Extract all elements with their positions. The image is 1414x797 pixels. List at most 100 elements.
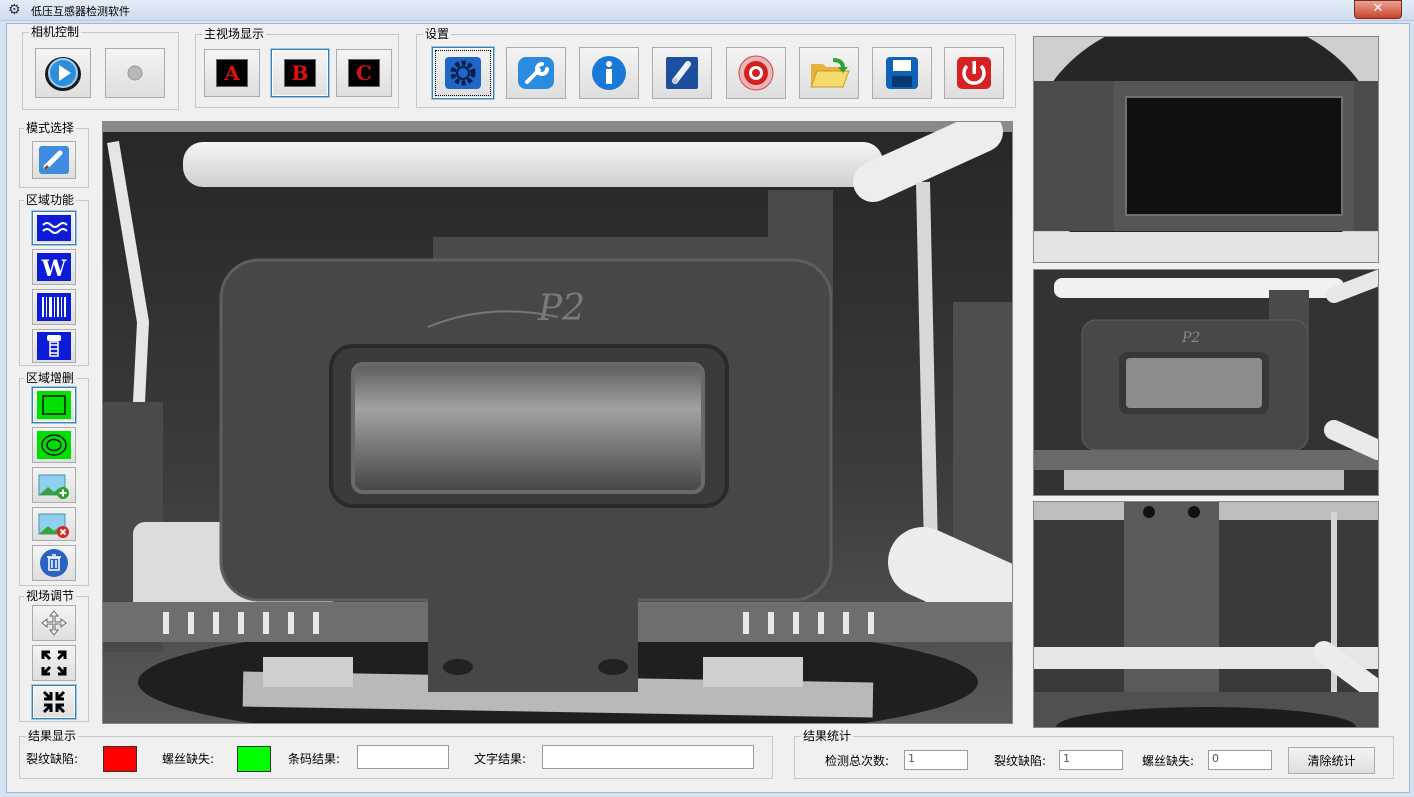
region-edit-label: 区域增删 [24, 371, 77, 385]
move-arrows-icon [41, 610, 67, 636]
main-camera-image: P2 [103, 122, 1012, 723]
crack-defect-label: 裂纹缺陷: [26, 752, 79, 766]
view-b-label: B [284, 59, 316, 87]
region-function-group: 区域功能 W [19, 193, 89, 366]
pan-button[interactable] [32, 605, 76, 641]
zoom-in-button[interactable] [32, 645, 76, 681]
stats-screw-label: 螺丝缺失: [1142, 754, 1195, 768]
draw-mode-button[interactable] [32, 141, 76, 179]
camera-view-3[interactable] [1033, 501, 1379, 728]
barcode-icon [37, 293, 71, 321]
gear-icon [445, 57, 481, 89]
crack-defect-indicator [103, 746, 137, 772]
settings-wrench-button[interactable] [506, 47, 566, 99]
add-rect-button[interactable] [32, 387, 76, 423]
window-title: 低压互感器检测软件 [31, 5, 130, 18]
stats-crack-field[interactable]: 1 [1059, 750, 1123, 770]
info-button[interactable] [579, 47, 639, 99]
trash-icon [40, 549, 68, 577]
text-region-button[interactable]: W [32, 249, 76, 285]
brush-icon [666, 57, 698, 89]
text-result-field[interactable] [542, 745, 754, 769]
power-button[interactable] [944, 47, 1004, 99]
mode-select-group: 模式选择 [19, 121, 89, 188]
total-count-field[interactable]: 1 [904, 750, 968, 770]
result-display-label: 结果显示 [26, 729, 79, 743]
camera-image-1 [1034, 37, 1378, 262]
camera-view-2[interactable]: P2 [1033, 269, 1379, 496]
view-a-label: A [216, 59, 248, 87]
clear-stats-button[interactable]: 清除统计 [1288, 747, 1375, 774]
expand-icon [41, 650, 67, 676]
stats-crack-label: 裂纹缺陷: [994, 754, 1047, 768]
screw-region-button[interactable] [32, 329, 76, 363]
view-c-button[interactable]: C [336, 49, 392, 97]
target-button[interactable] [726, 47, 786, 99]
view-adjust-group: 视场调节 [19, 589, 89, 722]
app-gear-icon: ⚙ [8, 2, 21, 18]
folder-open-icon [810, 58, 850, 88]
region-function-label: 区域功能 [24, 193, 77, 207]
camera-play-button[interactable] [35, 48, 91, 98]
view-adjust-label: 视场调节 [24, 589, 77, 603]
main-window: 相机控制 主视场显示 A B C 设置 模式选择 区域功能 W 区域增删 视场调… [6, 23, 1410, 793]
barcode-result-field[interactable] [357, 745, 449, 769]
zoom-out-button[interactable] [32, 685, 76, 719]
view-c-label: C [348, 59, 380, 87]
save-icon [886, 57, 918, 89]
stats-screw-field[interactable]: 0 [1208, 750, 1272, 770]
save-button[interactable] [872, 47, 932, 99]
camera-image-2: P2 [1034, 270, 1378, 495]
main-view-label: 主视场显示 [202, 27, 267, 41]
camera-image-3 [1034, 502, 1378, 727]
camera-control-label: 相机控制 [29, 25, 82, 39]
screw-missing-indicator [237, 746, 271, 772]
close-button[interactable]: ✕ [1354, 0, 1402, 19]
barcode-result-label: 条码结果: [288, 752, 341, 766]
crack-region-button[interactable] [32, 211, 76, 245]
view-b-button[interactable]: B [271, 49, 329, 97]
brush-button[interactable] [652, 47, 712, 99]
record-dot-icon [127, 65, 143, 81]
view-a-button[interactable]: A [204, 49, 260, 97]
result-stats-label: 结果统计 [801, 729, 854, 743]
image-add-icon [38, 474, 69, 499]
barcode-region-button[interactable] [32, 289, 76, 325]
main-view-group: 主视场显示 A B C [195, 27, 399, 108]
screw-icon [37, 332, 71, 360]
target-icon [738, 55, 774, 91]
add-circle-button[interactable] [32, 427, 76, 463]
delete-button[interactable] [32, 545, 76, 581]
part-marking: P2 [537, 288, 585, 329]
text-result-label: 文字结果: [474, 752, 527, 766]
play-icon [45, 57, 81, 91]
total-count-label: 检测总次数: [825, 754, 890, 768]
mode-select-label: 模式选择 [24, 121, 77, 135]
camera-view-1[interactable] [1033, 36, 1379, 263]
circle-icon [37, 431, 71, 459]
remove-image-button[interactable] [32, 507, 76, 541]
w-text-icon: W [37, 253, 71, 282]
rectangle-icon [37, 391, 71, 419]
settings-gear-button[interactable] [432, 47, 494, 99]
wave-icon [37, 215, 71, 241]
power-icon [957, 57, 991, 89]
info-icon [592, 56, 626, 90]
camera-control-group: 相机控制 [22, 25, 179, 110]
image-remove-icon [38, 513, 69, 538]
open-folder-button[interactable] [799, 47, 859, 99]
screw-missing-label: 螺丝缺失: [162, 752, 215, 766]
svg-text:W: W [41, 256, 67, 282]
settings-label: 设置 [423, 27, 452, 41]
settings-group: 设置 [416, 27, 1016, 108]
result-stats-group: 结果统计 检测总次数: 1 裂纹缺陷: 1 螺丝缺失: 0 清除统计 [794, 729, 1394, 779]
part-marking-2: P2 [1181, 330, 1200, 346]
pencil-icon [39, 146, 69, 174]
wrench-icon [518, 57, 554, 89]
result-display-group: 结果显示 裂纹缺陷: 螺丝缺失: 条码结果: 文字结果: [19, 729, 773, 779]
add-image-button[interactable] [32, 467, 76, 503]
compress-icon [42, 690, 66, 714]
camera-stop-button[interactable] [105, 48, 165, 98]
title-bar: ⚙ 低压互感器检测软件 ✕ [0, 0, 1414, 21]
main-camera-view[interactable]: P2 [102, 121, 1013, 724]
